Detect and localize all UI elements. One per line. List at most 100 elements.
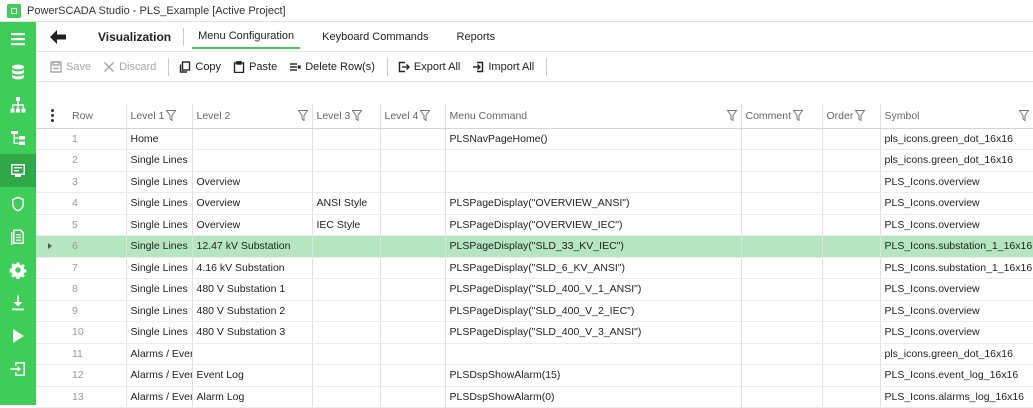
row-selector[interactable] bbox=[36, 235, 68, 258]
symbol-cell[interactable]: pls_icons.green_dot_16x16 bbox=[880, 128, 1033, 150]
order-cell[interactable] bbox=[822, 364, 881, 387]
level4-cell[interactable] bbox=[380, 364, 446, 387]
export-all-button[interactable]: Export All bbox=[398, 61, 460, 73]
table-row[interactable]: 8 Single Lines 480 V Substation 1 PLSPageDi… bbox=[36, 278, 1033, 301]
row-number[interactable]: 12 bbox=[68, 364, 127, 387]
menu-command-cell[interactable] bbox=[445, 149, 742, 172]
comment-cell[interactable] bbox=[741, 128, 823, 150]
level4-cell[interactable] bbox=[380, 321, 446, 344]
level4-cell[interactable] bbox=[380, 214, 446, 236]
menu-command-cell[interactable]: PLSNavPageHome() bbox=[445, 128, 742, 150]
level4-cell[interactable] bbox=[380, 128, 446, 150]
row-selector[interactable] bbox=[36, 278, 68, 301]
symbol-cell[interactable]: PLS_Icons.overview bbox=[880, 321, 1033, 344]
tab-menu-configuration[interactable]: Menu Configuration bbox=[192, 25, 301, 49]
level4-cell[interactable] bbox=[380, 171, 446, 193]
comment-cell[interactable] bbox=[741, 214, 823, 236]
row-selector[interactable] bbox=[36, 171, 68, 193]
row-number[interactable]: 4 bbox=[68, 192, 127, 215]
column-header-symbol[interactable]: Symbol bbox=[880, 104, 1033, 129]
comment-cell[interactable] bbox=[741, 321, 823, 344]
level3-cell[interactable] bbox=[312, 171, 381, 193]
delete-rows-button[interactable]: Delete Row(s) bbox=[289, 61, 375, 73]
level4-cell[interactable] bbox=[380, 343, 446, 365]
level1-cell[interactable]: Single Lines bbox=[126, 214, 193, 236]
filter-icon[interactable] bbox=[793, 110, 804, 122]
level4-cell[interactable] bbox=[380, 149, 446, 172]
exit-icon[interactable] bbox=[0, 352, 36, 385]
table-row[interactable]: 3 Single Lines Overview PLS_Icons.overview bbox=[36, 171, 1033, 193]
order-cell[interactable] bbox=[822, 300, 881, 322]
symbol-cell[interactable]: PLS_Icons.overview bbox=[880, 214, 1033, 236]
column-header-level4[interactable]: Level 4 bbox=[380, 104, 446, 129]
save-button[interactable]: Save bbox=[50, 61, 91, 73]
menu-command-cell[interactable]: PLSPageDisplay("SLD_6_KV_ANSI") bbox=[445, 257, 742, 279]
symbol-cell[interactable]: PLS_Icons.overview bbox=[880, 300, 1033, 322]
menu-command-cell[interactable]: PLSDspShowAlarm(15) bbox=[445, 364, 742, 387]
level3-cell[interactable] bbox=[312, 364, 381, 387]
symbol-cell[interactable]: PLS_Icons.substation_1_16x16 bbox=[880, 235, 1033, 258]
network-icon[interactable] bbox=[0, 88, 36, 121]
level1-cell[interactable]: Single Lines bbox=[126, 278, 193, 301]
level2-cell[interactable] bbox=[192, 149, 313, 172]
order-cell[interactable] bbox=[822, 235, 881, 258]
level2-cell[interactable] bbox=[192, 128, 313, 150]
level1-cell[interactable]: Single Lines bbox=[126, 321, 193, 344]
comment-cell[interactable] bbox=[741, 364, 823, 387]
column-header-row[interactable]: Row bbox=[68, 104, 127, 129]
symbol-cell[interactable]: PLS_Icons.alarms_log_16x16 bbox=[880, 386, 1033, 408]
level2-cell[interactable]: 4.16 kV Substation bbox=[192, 257, 313, 279]
comment-cell[interactable] bbox=[741, 149, 823, 172]
menu-command-cell[interactable]: PLSPageDisplay("SLD_400_V_2_IEC") bbox=[445, 300, 742, 322]
menu-command-cell[interactable]: PLSPageDisplay("SLD_400_V_3_ANSI") bbox=[445, 321, 742, 344]
level1-cell[interactable]: Home bbox=[126, 128, 193, 150]
row-selector[interactable] bbox=[36, 149, 68, 172]
row-number[interactable]: 9 bbox=[68, 300, 127, 322]
row-selector[interactable] bbox=[36, 343, 68, 365]
row-number[interactable]: 8 bbox=[68, 278, 127, 301]
level1-cell[interactable]: Single Lines bbox=[126, 257, 193, 279]
shield-icon[interactable] bbox=[0, 187, 36, 220]
level2-cell[interactable]: 480 V Substation 1 bbox=[192, 278, 313, 301]
menu-command-cell[interactable]: PLSPageDisplay("OVERVIEW_IEC") bbox=[445, 214, 742, 236]
level4-cell[interactable] bbox=[380, 235, 446, 258]
discard-button[interactable]: Discard bbox=[103, 61, 156, 73]
tab-reports[interactable]: Reports bbox=[443, 26, 510, 48]
row-number[interactable]: 6 bbox=[68, 235, 127, 258]
table-row[interactable]: 9 Single Lines 480 V Substation 2 PLSPageDi… bbox=[36, 300, 1033, 322]
row-selector[interactable] bbox=[36, 257, 68, 279]
order-cell[interactable] bbox=[822, 321, 881, 344]
level3-cell[interactable] bbox=[312, 257, 381, 279]
level4-cell[interactable] bbox=[380, 257, 446, 279]
order-cell[interactable] bbox=[822, 128, 881, 150]
table-row[interactable]: 11 Alarms / Event pls_icons.green_dot_16x1… bbox=[36, 343, 1033, 365]
row-number[interactable]: 1 bbox=[68, 128, 127, 150]
row-number[interactable]: 2 bbox=[68, 149, 127, 172]
row-number[interactable]: 10 bbox=[68, 321, 127, 344]
level2-cell[interactable]: 480 V Substation 2 bbox=[192, 300, 313, 322]
level1-cell[interactable]: Single Lines bbox=[126, 235, 193, 258]
order-cell[interactable] bbox=[822, 171, 881, 193]
comment-cell[interactable] bbox=[741, 192, 823, 215]
comment-cell[interactable] bbox=[741, 171, 823, 193]
play-icon[interactable] bbox=[0, 319, 36, 352]
comment-cell[interactable] bbox=[741, 300, 823, 322]
level2-cell[interactable] bbox=[192, 343, 313, 365]
level3-cell[interactable] bbox=[312, 149, 381, 172]
row-selector[interactable] bbox=[36, 386, 68, 408]
menu-command-cell[interactable]: PLSPageDisplay("SLD_400_V_1_ANSI") bbox=[445, 278, 742, 301]
paste-button[interactable]: Paste bbox=[233, 61, 277, 73]
comment-cell[interactable] bbox=[741, 386, 823, 408]
back-arrow-icon[interactable] bbox=[36, 29, 80, 44]
column-header-order[interactable]: Order bbox=[822, 104, 881, 129]
symbol-cell[interactable]: PLS_Icons.overview bbox=[880, 192, 1033, 215]
comment-cell[interactable] bbox=[741, 235, 823, 258]
order-cell[interactable] bbox=[822, 257, 881, 279]
level3-cell[interactable] bbox=[312, 235, 381, 258]
row-number[interactable]: 11 bbox=[68, 343, 127, 365]
row-number[interactable]: 7 bbox=[68, 257, 127, 279]
table-row[interactable]: 5 Single Lines Overview IEC Style PLSPageDis… bbox=[36, 214, 1033, 236]
level1-cell[interactable]: Alarms / Event bbox=[126, 364, 193, 387]
order-cell[interactable] bbox=[822, 278, 881, 301]
level4-cell[interactable] bbox=[380, 300, 446, 322]
